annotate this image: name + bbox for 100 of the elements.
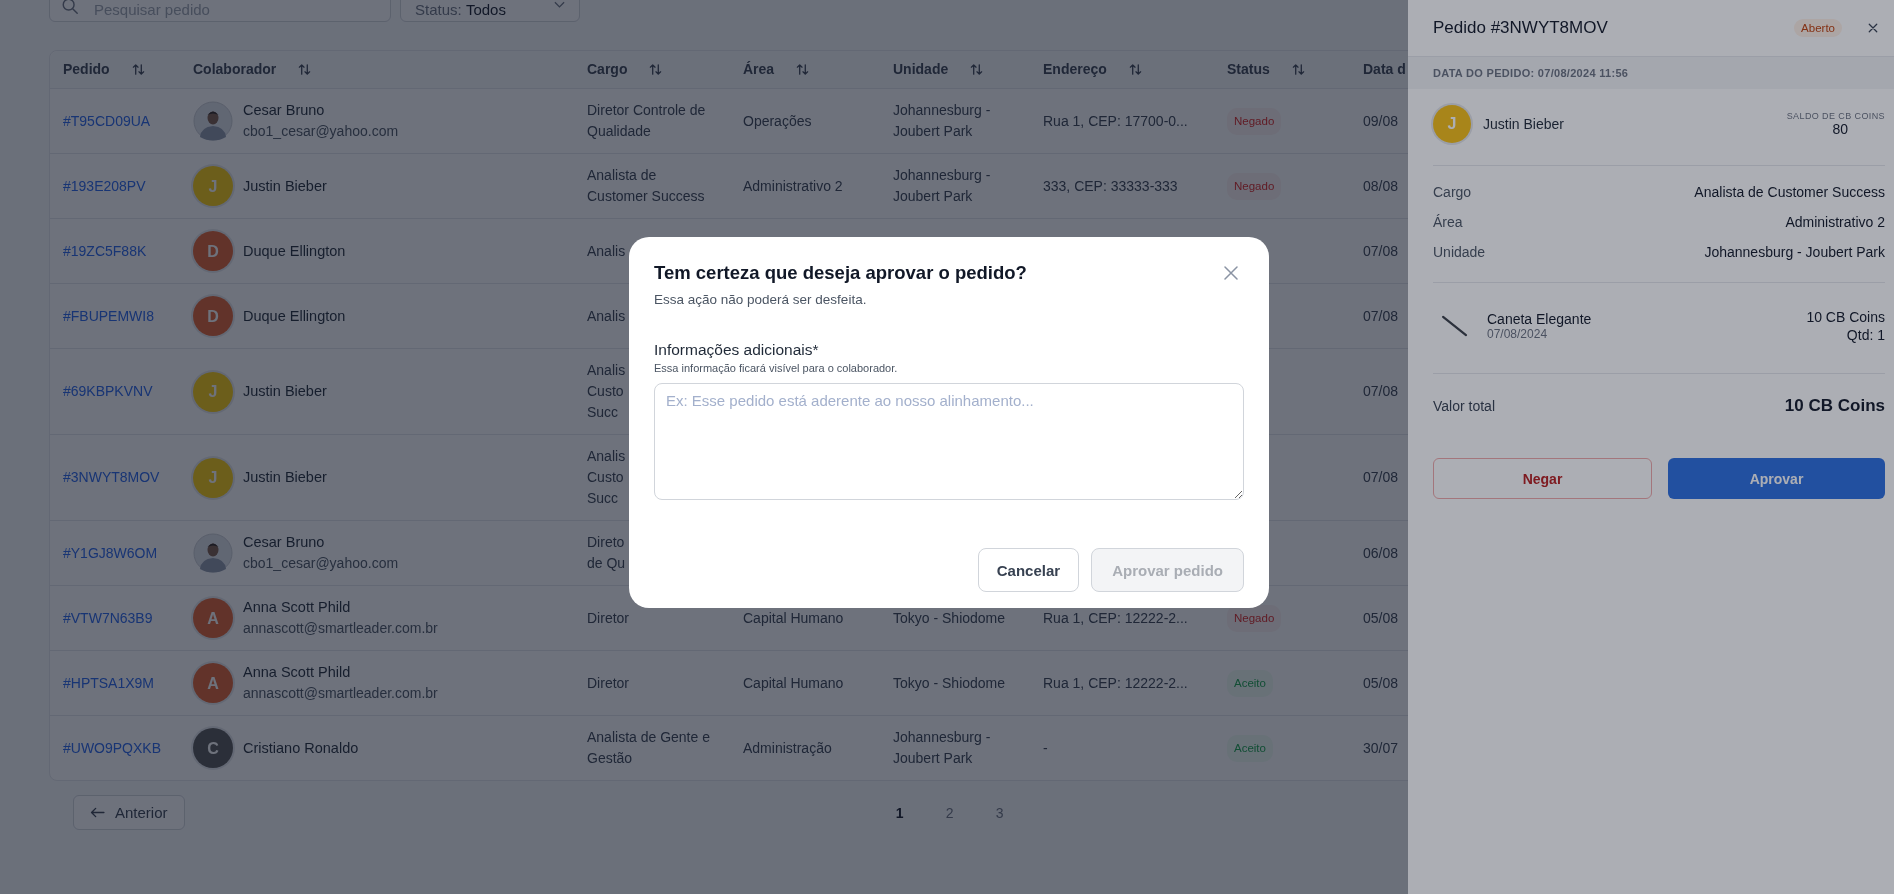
table-cell-text: 333, CEP: 33333-333 [1043,176,1178,196]
employee-name: Duque Ellington [243,241,346,261]
sort-icon[interactable] [131,63,145,76]
status-select[interactable]: Status: Todos [400,0,580,22]
avatar: J [1433,105,1471,143]
employee-email: annascott@smartleader.com.br [243,619,438,638]
field-hint: Essa informação ficará visível para o colaborador. [654,362,899,374]
column-header: Endereço [1043,60,1107,79]
sort-icon[interactable] [796,63,810,76]
table-cell-text: 06/08 [1363,543,1399,563]
detail-label: Cargo [1433,184,1472,200]
close-icon[interactable] [1224,266,1238,280]
table-cell-text: Tokyo - Shiodome [893,673,1006,693]
pen-icon [1441,315,1469,337]
order-link[interactable]: #FBUPEMWI8 [63,305,154,327]
column-header: Área [743,60,775,79]
order-link[interactable]: #Y1GJ8W6OM [63,542,158,564]
product-quantity: Qtd: 1 [1846,327,1885,343]
total-label: Valor total [1433,398,1495,414]
employee-name: Duque Ellington [243,306,346,326]
table-cell-text: Capital Humano [743,608,844,628]
table-cell-text: 07/08 [1363,382,1399,401]
arrow-left-icon [90,807,105,818]
table-cell-text: Johannesburg - Joubert Park [893,166,992,206]
approve-button[interactable]: Aprovar [1668,458,1885,499]
search-icon [61,0,79,15]
table-cell-text: Analis [587,306,626,326]
table-cell-text: 07/08 [1363,241,1399,261]
table-cell-text: Rua 1, CEP: 17700-0... [1043,111,1188,131]
sort-icon[interactable] [1128,63,1142,76]
status-badge: Negado [1227,172,1282,200]
avatar: J [193,457,233,498]
table-cell-text: 08/08 [1363,176,1399,196]
table-cell-text: Direto de Qu [587,533,626,573]
customer-name: Justin Bieber [1483,116,1565,132]
dialog-subtitle: Essa ação não poderá ser desfeita. [654,292,868,307]
balance-label: SALDO DE CB COINS [1786,111,1885,121]
table-cell-text: Diretor Controle de Qualidade [587,101,707,141]
employee-name: Justin Bieber [243,176,327,196]
avatar: J [193,371,233,412]
table-cell-text: - [1043,738,1048,758]
sort-icon[interactable] [649,63,663,76]
sort-icon[interactable] [970,63,984,76]
table-cell-text: 05/08 [1363,608,1399,628]
column-header: Colaborador [193,60,277,79]
balance-value: 80 [1832,121,1848,137]
order-link[interactable]: #3NWYT8MOV [63,467,160,488]
employee-email: annascott@smartleader.com.br [243,684,438,703]
status-badge: Negado [1227,107,1282,135]
order-link[interactable]: #UWO9PQXKB [63,737,162,759]
product-price: 10 CB Coins [1806,309,1885,325]
previous-button[interactable]: Anterior [73,795,185,830]
status-badge: Aberto [1794,19,1842,37]
avatar: A [193,598,233,638]
order-link[interactable]: #69KBPKVNV [63,381,153,402]
field-label: Informações adicionais* [654,341,820,359]
sort-icon[interactable] [298,63,312,76]
chevron-down-icon [554,1,565,9]
order-link[interactable]: #19ZC5F88K [63,240,147,262]
table-cell-text: Analis [587,241,626,261]
employee-name: Justin Bieber [243,382,327,401]
notes-field[interactable]: Ex: Esse pedido está aderente ao nosso alinhamento... [654,383,1244,500]
employee-name: Anna Scott Phild [243,598,352,617]
close-icon[interactable] [1868,23,1878,33]
employee-name: Cristiano Ronaldo [243,738,359,758]
table-cell-text: Diretor [587,608,629,628]
order-link[interactable]: #VTW7N63B9 [63,607,153,629]
total-value: 10 CB Coins [1784,396,1885,416]
detail-label: Unidade [1433,244,1486,260]
status-badge: Aceito [1227,669,1273,697]
table-cell-text: Johannesburg - Joubert Park [893,101,992,141]
column-header: Unidade [893,60,949,79]
avatar: D [193,296,233,336]
table-cell-text: Analis Custo Succ [587,361,626,422]
detail-value: Johannesburg - Joubert Park [1704,244,1885,260]
sort-icon[interactable] [1291,63,1305,76]
column-header: Status [1227,60,1270,79]
cancel-button[interactable]: Cancelar [977,548,1080,592]
deny-button[interactable]: Negar [1433,458,1652,499]
employee-name: Cesar Bruno [243,533,326,552]
date-band: DATA DO PEDIDO: 07/08/2024 11:56 [1408,57,1894,89]
table-cell-text: Analis Custo Succ [587,447,626,508]
detail-label: Área [1433,214,1463,230]
dialog-title: Tem certeza que deseja aprovar o pedido? [654,262,1027,284]
employee-name: Justin Bieber [243,468,327,487]
page-button[interactable]: 1 [882,795,917,830]
status-badge: Aceito [1227,734,1273,762]
employee-name: Anna Scott Phild [243,663,352,682]
order-link[interactable]: #HPTSA1X9M [63,672,155,694]
avatar: J [193,166,233,206]
table-cell-text: Administração [743,738,832,758]
order-link[interactable]: #193E208PV [63,175,146,197]
employee-email: cbo1_cesar@yahoo.com [243,122,399,141]
product-name: Caneta Elegante [1487,311,1593,327]
column-header: Pedido [63,60,110,79]
table-cell-text: 07/08 [1363,468,1399,487]
avatar: A [193,663,233,703]
table-cell-text: Rua 1, CEP: 12222-2... [1043,673,1188,693]
order-link[interactable]: #T95CD09UA [63,110,151,132]
table-cell-text: Administrativo 2 [743,176,843,196]
